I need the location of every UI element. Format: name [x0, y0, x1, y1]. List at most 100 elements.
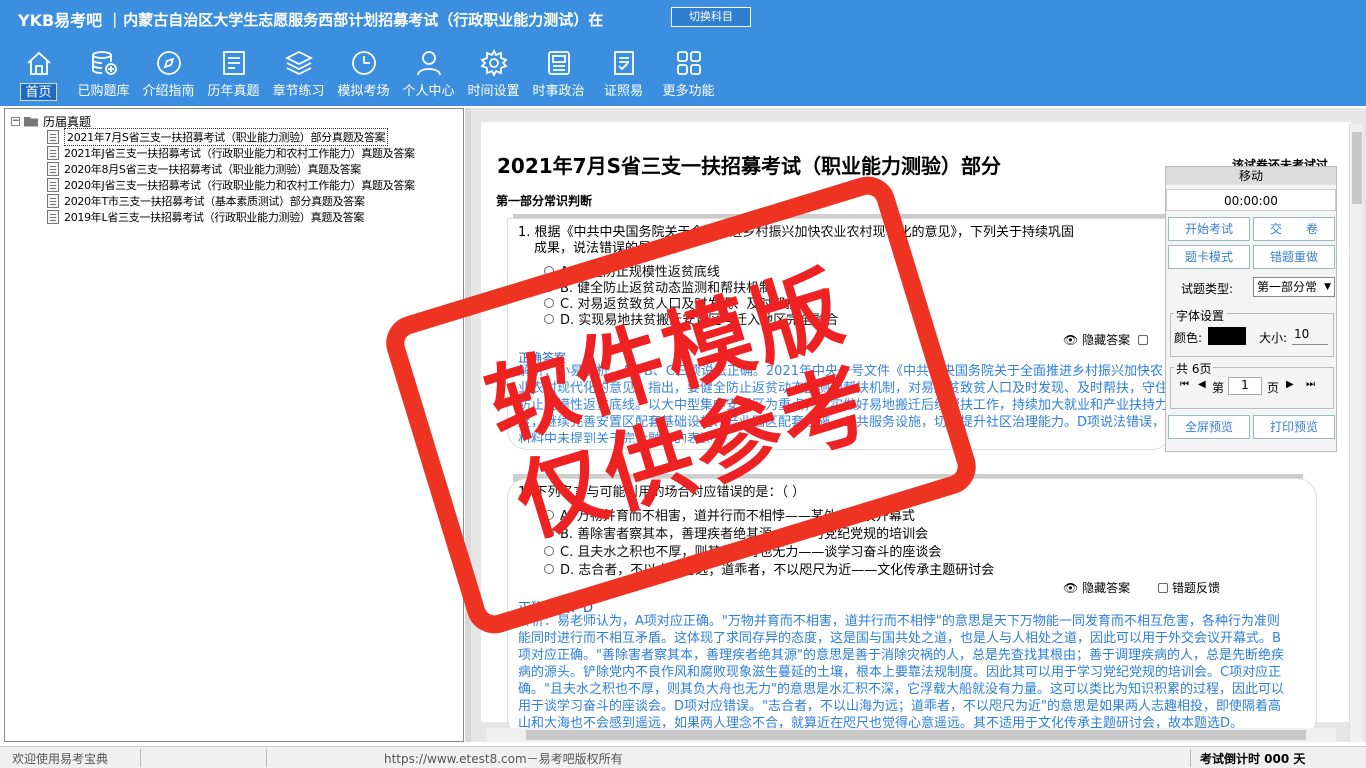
- start-exam-button[interactable]: 开始考试: [1168, 217, 1250, 241]
- collapse-icon[interactable]: −: [11, 117, 20, 126]
- feedback-icon: [1158, 582, 1168, 593]
- last-page-icon[interactable]: ⏭: [1306, 379, 1315, 390]
- document-icon: [47, 194, 59, 208]
- folder-icon: [24, 116, 38, 127]
- section-title: 第一部分常识判断: [496, 194, 593, 208]
- gear-icon: [479, 48, 508, 78]
- nav-personal[interactable]: 个人中心: [396, 44, 461, 104]
- option-d[interactable]: D. 志合者，不以山海为远；道乖者，不以咫尺为近——文化传承主题研讨会: [544, 559, 994, 578]
- tree-item[interactable]: 2019年L省三支一扶招募考试（行政职业能力测验）真题及答案: [47, 209, 415, 225]
- document-icon: [47, 130, 59, 144]
- nav-home[interactable]: 首页: [6, 44, 71, 104]
- font-size-input[interactable]: 10: [1292, 327, 1328, 345]
- nav-purchased[interactable]: 已购题库: [71, 44, 136, 104]
- option-c[interactable]: C. 且夫水之积也不厚，则其负大舟也无力——谈学习奋斗的座谈会: [544, 541, 941, 560]
- document-icon: [47, 162, 59, 176]
- card-mode-button[interactable]: 题卡模式: [1168, 245, 1250, 269]
- paper-tree-panel: − 历届真题 2021年7月S省三支一扶招募考试（职业能力测验）部分真题及答案 …: [4, 108, 464, 742]
- app-title: YKB易考吧 | 内蒙古自治区大学生志愿服务西部计划招募考试（行政职业能力测试）…: [18, 8, 603, 30]
- tree-item[interactable]: 2020年T市三支一扶招募考试（基本素质测试）部分真题及答案: [47, 193, 415, 209]
- question-card-1: 1. 根据《中共中央国务院关于全面推进乡村振兴加快农业农村现代化的意见》，下列关…: [507, 218, 1172, 450]
- panel-move-handle[interactable]: 移动: [1166, 167, 1336, 185]
- nav-time-settings[interactable]: 时间设置: [461, 44, 526, 104]
- compass-icon: [156, 51, 181, 75]
- tree-item[interactable]: 2021年7月S省三支一扶招募考试（职业能力测验）部分真题及答案: [47, 128, 415, 146]
- tree-item[interactable]: 2020年8月S省三支一扶招募考试（职业能力测验）真题及答案: [47, 161, 415, 177]
- eye-icon: 👁: [1063, 332, 1079, 347]
- option-a[interactable]: A. 万物并育而不相害，道并行而不相悖——某外交会议开幕式: [544, 505, 915, 524]
- top-header: YKB易考吧 | 内蒙古自治区大学生志愿服务西部计划招募考试（行政职业能力测试）…: [0, 0, 1366, 106]
- radio-button[interactable]: [544, 313, 554, 324]
- tree-item[interactable]: 2021年J省三支一扶招募考试（行政职业能力和农村工作能力）真题及答案: [47, 145, 415, 161]
- question-stem: 1. 下列名言与可能引用的场合对应错误的是：（ ）: [518, 485, 806, 500]
- size-label: 大小:: [1259, 331, 1288, 345]
- nav-past-papers[interactable]: 历年真题: [201, 44, 266, 104]
- print-preview-button[interactable]: 打印预览: [1253, 415, 1335, 439]
- radio-button[interactable]: [544, 527, 554, 538]
- scrollbar-thumb[interactable]: [526, 730, 1306, 740]
- hide-answer-toggle[interactable]: 👁 隐藏答案: [1063, 579, 1130, 596]
- exam-countdown: 考试倒计时 000 天: [1200, 752, 1306, 766]
- next-page-icon[interactable]: ▶: [1286, 379, 1294, 390]
- eye-icon: 👁: [1063, 580, 1079, 595]
- page-count: 共 6页: [1174, 360, 1214, 377]
- status-copyright: https://www.etest8.com－易考吧版权所有: [384, 752, 623, 766]
- font-color-picker[interactable]: [1208, 327, 1246, 345]
- answer-explanation: 解析：易老师认为，A项对应正确。"万物并育而不相害，道并行而不相悖"的意思是天下…: [518, 614, 1284, 731]
- certificate-icon: [613, 51, 634, 75]
- exam-control-panel: 移动 00:00:00 开始考试 交 卷 题卡模式 错题重做 试题类型: 第一部…: [1165, 166, 1337, 452]
- horizontal-scrollbar[interactable]: [486, 728, 1336, 742]
- document-icon: [47, 146, 59, 160]
- question-stem-2: 成果，说法错误的是：（ ）: [534, 241, 688, 256]
- nav-guide[interactable]: 介绍指南: [136, 44, 201, 104]
- color-label: 颜色:: [1174, 331, 1203, 345]
- switch-subject-button[interactable]: 切换科目: [671, 7, 751, 27]
- grid-icon: [676, 51, 701, 75]
- answer-explanation: 解析：小易解析，A、B、C三项说法正确。2021年中央一号文件《中共中央国务院关…: [518, 364, 1168, 443]
- nav-mock-exam[interactable]: 模拟考场: [331, 44, 396, 104]
- question-stem: 1. 根据《中共中央国务院关于全面推进乡村振兴加快农业农村现代化的意见》，下列关…: [518, 225, 1075, 240]
- question-type-label: 试题类型:: [1181, 282, 1234, 296]
- tree-items: 2021年7月S省三支一扶招募考试（职业能力测验）部分真题及答案 2021年J省…: [47, 128, 415, 225]
- exam-title: 内蒙古自治区大学生志愿服务西部计划招募考试（行政职业能力测试）在: [123, 10, 604, 29]
- option-b[interactable]: B. 善除害者察其本，善理疾者绝其源——学习党纪党规的培训会: [544, 523, 928, 542]
- status-welcome: 欢迎使用易考宝典: [12, 752, 109, 766]
- question-type-select[interactable]: 第一部分常: [1253, 277, 1335, 297]
- submit-button[interactable]: 交 卷: [1253, 217, 1335, 241]
- radio-button[interactable]: [544, 265, 554, 276]
- newspaper-icon: [547, 51, 570, 75]
- page-suffix: 页: [1267, 381, 1280, 395]
- question-card-2: 1. 下列名言与可能引用的场合对应错误的是：（ ） A. 万物并育而不相害，道并…: [507, 478, 1317, 738]
- home-icon: [26, 51, 51, 75]
- option-d[interactable]: D. 实现易地扶贫搬迁安置区与迁入地区完全融合: [544, 309, 838, 328]
- tree-item[interactable]: 2020年J省三支一扶招募考试（行政职业能力和农村工作能力）真题及答案: [47, 177, 415, 193]
- nav-current-affairs[interactable]: 时事政治: [526, 44, 591, 104]
- status-bar: 欢迎使用易考宝典 https://www.etest8.com－易考吧版权所有 …: [0, 746, 1366, 768]
- document-icon: [47, 210, 59, 224]
- clock-icon: [351, 51, 376, 75]
- feedback-icon[interactable]: [1137, 334, 1148, 345]
- radio-button[interactable]: [544, 297, 554, 308]
- radio-button[interactable]: [544, 281, 554, 292]
- page-number-input[interactable]: 1: [1228, 377, 1262, 395]
- radio-button[interactable]: [544, 563, 554, 574]
- fullscreen-preview-button[interactable]: 全屏预览: [1168, 415, 1250, 439]
- redo-wrong-button[interactable]: 错题重做: [1253, 245, 1335, 269]
- nav-more[interactable]: 更多功能: [656, 44, 721, 104]
- user-icon: [416, 51, 441, 76]
- error-feedback-button[interactable]: 错题反馈: [1158, 579, 1220, 596]
- first-page-icon[interactable]: ⏮: [1180, 379, 1189, 390]
- nav-certificate[interactable]: 证照易: [591, 44, 656, 104]
- paper-title: 2021年7月S省三支一扶招募考试（职业能力测验）部分: [497, 154, 1001, 178]
- app-logo: YKB易考吧: [18, 11, 103, 30]
- font-settings-title: 字体设置: [1174, 307, 1227, 324]
- radio-button[interactable]: [544, 545, 554, 556]
- hide-answer-toggle[interactable]: 👁 隐藏答案: [1063, 331, 1152, 348]
- scrollbar-thumb[interactable]: [1352, 132, 1362, 204]
- nav-chapter-practice[interactable]: 章节练习: [266, 44, 331, 104]
- main-nav: 首页 已购题库 介绍指南 历年真题 章节练习 模拟考场 个人中心 时间设置 时事…: [6, 44, 721, 104]
- prev-page-icon[interactable]: ◀: [1198, 379, 1206, 390]
- vertical-scrollbar[interactable]: [1349, 124, 1363, 742]
- radio-button[interactable]: [544, 509, 554, 520]
- database-icon: [91, 51, 117, 75]
